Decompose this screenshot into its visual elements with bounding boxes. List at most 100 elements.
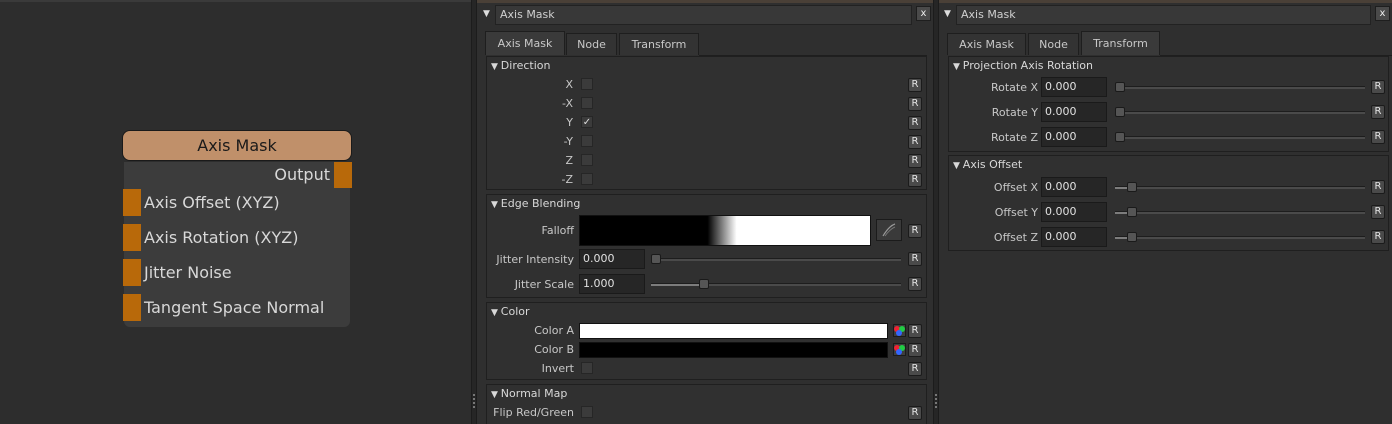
slider-handle[interactable] — [1127, 182, 1137, 192]
jitter-scale-slider[interactable] — [651, 283, 901, 286]
reset-button[interactable]: R — [1371, 105, 1385, 119]
group-header-direction[interactable]: ▼ Direction — [491, 59, 551, 72]
direction-neg-y-checkbox[interactable] — [581, 135, 593, 147]
tab-transform[interactable]: Transform — [619, 33, 699, 55]
input-port-tangent-normal[interactable] — [123, 294, 141, 321]
input-label-tangent-normal: Tangent Space Normal — [144, 298, 325, 317]
rotate-x-field[interactable]: 0.000 — [1041, 77, 1107, 97]
curve-edit-icon[interactable] — [876, 219, 902, 241]
direction-z-checkbox[interactable] — [581, 154, 593, 166]
direction-x-checkbox[interactable] — [581, 78, 593, 90]
color-picker-icon[interactable] — [893, 324, 906, 337]
jitter-intensity-field[interactable]: 0.000 — [579, 249, 645, 269]
falloff-label: Falloff — [541, 224, 574, 237]
direction-y-checkbox[interactable]: ✓ — [581, 116, 593, 128]
direction-z-label: Z — [565, 154, 573, 167]
output-port[interactable] — [334, 162, 352, 188]
offset-z-slider[interactable] — [1115, 236, 1365, 239]
panel-title: Axis Mask — [956, 5, 1371, 25]
direction-y-label: Y — [566, 116, 573, 129]
slider-handle[interactable] — [1127, 232, 1137, 242]
tab-node[interactable]: Node — [1028, 33, 1079, 55]
group-color: ▼ Color Color A R Color B R Invert R — [486, 302, 927, 380]
offset-z-field[interactable]: 0.000 — [1041, 227, 1107, 247]
close-icon[interactable]: x — [1375, 6, 1390, 21]
group-normal-map: ▼ Normal Map Flip Red/Green R — [486, 384, 927, 424]
rotate-z-slider[interactable] — [1115, 136, 1365, 139]
tab-axis-mask[interactable]: Axis Mask — [485, 31, 565, 55]
group-header-offset[interactable]: ▼ Axis Offset — [953, 158, 1022, 171]
reset-button[interactable]: R — [908, 406, 922, 420]
reset-button[interactable]: R — [1371, 205, 1385, 219]
invert-checkbox[interactable] — [581, 362, 593, 374]
group-header-rotation[interactable]: ▼ Projection Axis Rotation — [953, 59, 1093, 72]
slider-handle[interactable] — [651, 254, 661, 264]
direction-neg-z-label: -Z — [561, 173, 573, 186]
color-b-swatch[interactable] — [579, 342, 888, 358]
tab-axis-mask[interactable]: Axis Mask — [947, 33, 1026, 55]
rotate-y-field[interactable]: 0.000 — [1041, 102, 1107, 122]
reset-button[interactable]: R — [908, 97, 922, 111]
reset-button[interactable]: R — [908, 154, 922, 168]
offset-y-label: Offset Y — [994, 206, 1038, 219]
falloff-curve-preview[interactable] — [579, 215, 871, 246]
color-a-swatch[interactable] — [579, 323, 888, 339]
slider-handle[interactable] — [1115, 82, 1125, 92]
node-title[interactable]: Axis Mask — [122, 130, 352, 161]
slider-handle[interactable] — [1127, 207, 1137, 217]
color-a-label: Color A — [534, 324, 574, 337]
input-port-axis-rotation[interactable] — [123, 224, 141, 251]
tab-node[interactable]: Node — [566, 33, 617, 55]
group-header-edge-blending[interactable]: ▼ Edge Blending — [491, 197, 580, 210]
reset-button[interactable]: R — [908, 252, 922, 266]
reset-button[interactable]: R — [908, 324, 922, 338]
offset-y-slider[interactable] — [1115, 211, 1365, 214]
offset-x-field[interactable]: 0.000 — [1041, 177, 1107, 197]
collapse-triangle-icon[interactable]: ▼ — [483, 9, 490, 19]
reset-button[interactable]: R — [1371, 80, 1385, 94]
input-port-axis-offset[interactable] — [123, 189, 141, 216]
jitter-intensity-label: Jitter Intensity — [496, 253, 574, 266]
reset-button[interactable]: R — [908, 224, 922, 238]
reset-button[interactable]: R — [1371, 180, 1385, 194]
properties-panel-2: ▼ Axis Mask x Axis Mask Node Transform ▼… — [939, 0, 1392, 424]
tab-transform[interactable]: Transform — [1081, 31, 1160, 55]
direction-x-label: X — [565, 78, 573, 91]
reset-button[interactable]: R — [908, 343, 922, 357]
slider-handle[interactable] — [1115, 132, 1125, 142]
reset-button[interactable]: R — [1371, 130, 1385, 144]
offset-x-slider[interactable] — [1115, 186, 1365, 189]
color-b-label: Color B — [534, 343, 574, 356]
slider-handle[interactable] — [1115, 107, 1125, 117]
jitter-intensity-slider[interactable] — [651, 258, 901, 261]
invert-label: Invert — [541, 362, 574, 375]
group-header-color[interactable]: ▼ Color — [491, 305, 530, 318]
color-picker-icon[interactable] — [893, 343, 906, 356]
node-graph-canvas[interactable]: Axis Mask Output Axis Offset (XYZ) Axis … — [0, 0, 471, 424]
group-header-normal-map[interactable]: ▼ Normal Map — [491, 387, 567, 400]
input-label-jitter-noise: Jitter Noise — [144, 263, 232, 282]
rotate-x-slider[interactable] — [1115, 86, 1365, 89]
reset-button[interactable]: R — [908, 173, 922, 187]
flip-red-green-checkbox[interactable] — [581, 406, 593, 418]
reset-button[interactable]: R — [908, 78, 922, 92]
offset-y-field[interactable]: 0.000 — [1041, 202, 1107, 222]
rotate-z-field[interactable]: 0.000 — [1041, 127, 1107, 147]
direction-neg-z-checkbox[interactable] — [581, 173, 593, 185]
close-icon[interactable]: x — [916, 6, 931, 21]
rotate-y-slider[interactable] — [1115, 111, 1365, 114]
jitter-scale-field[interactable]: 1.000 — [579, 274, 645, 294]
output-port-label: Output — [274, 165, 330, 184]
slider-handle[interactable] — [699, 279, 709, 289]
input-port-jitter-noise[interactable] — [123, 259, 141, 286]
direction-neg-x-checkbox[interactable] — [581, 97, 593, 109]
node-body[interactable]: Output Axis Offset (XYZ) Axis Rotation (… — [123, 162, 352, 327]
collapse-triangle-icon[interactable]: ▼ — [944, 9, 951, 19]
reset-button[interactable]: R — [908, 116, 922, 130]
group-direction: ▼ Direction X R -X R Y ✓ R -Y R Z R -Z R — [486, 56, 927, 190]
rotate-x-label: Rotate X — [990, 81, 1038, 94]
reset-button[interactable]: R — [908, 277, 922, 291]
reset-button[interactable]: R — [1371, 230, 1385, 244]
reset-button[interactable]: R — [908, 362, 922, 376]
reset-button[interactable]: R — [908, 135, 922, 149]
